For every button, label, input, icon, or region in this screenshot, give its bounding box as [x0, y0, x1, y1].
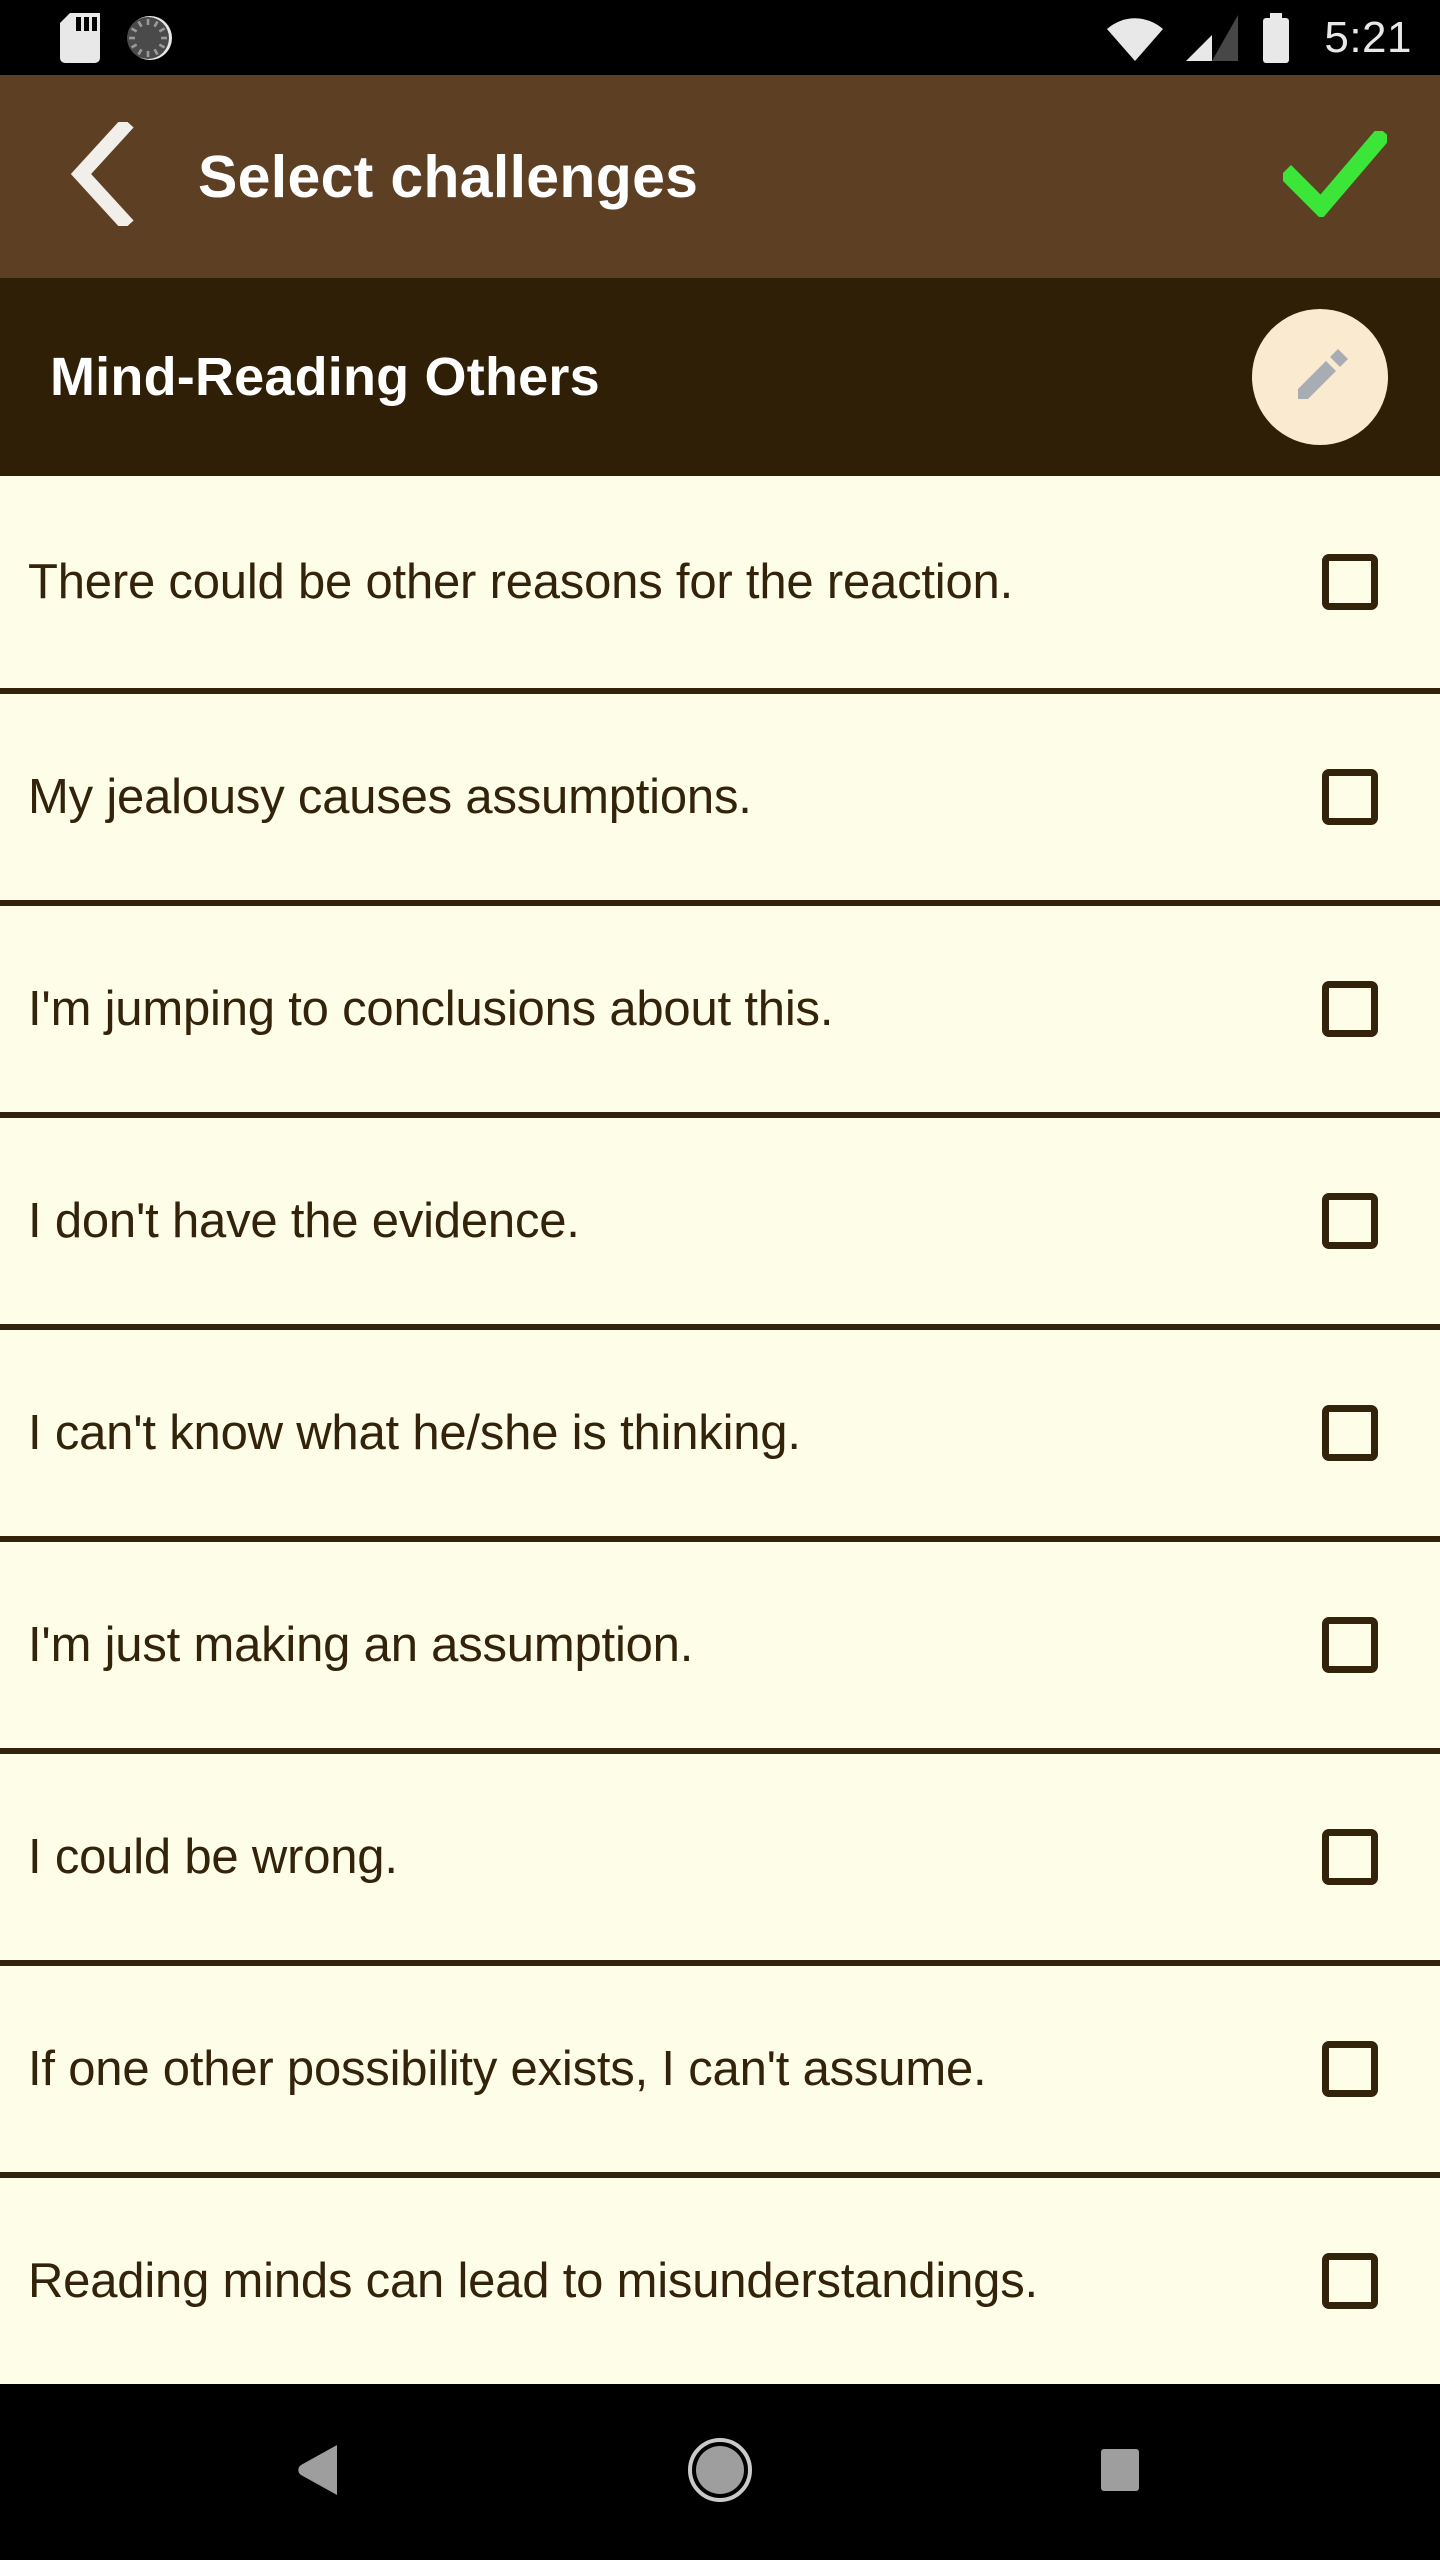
system-nav-bar [0, 2384, 1440, 2560]
challenge-checkbox[interactable] [1322, 554, 1378, 610]
status-bar-left-icons [60, 12, 174, 63]
battery-icon [1260, 12, 1292, 63]
nav-home-button[interactable] [645, 2397, 795, 2547]
challenge-checkbox[interactable] [1322, 1829, 1378, 1885]
challenge-list[interactable]: There could be other reasons for the rea… [0, 476, 1440, 2384]
challenge-label: Reading minds can lead to misunderstandi… [28, 2253, 1038, 2308]
challenge-checkbox[interactable] [1322, 1617, 1378, 1673]
check-icon [1278, 127, 1391, 222]
square-recents-icon [1097, 2447, 1143, 2498]
challenge-label: I'm just making an assumption. [28, 1617, 694, 1672]
challenge-label: My jealousy causes assumptions. [28, 769, 752, 824]
phone-screen: 5:21 Select challenges Mind-Reading Othe… [0, 0, 1440, 2560]
wifi-icon [1106, 15, 1164, 61]
challenge-row[interactable]: There could be other reasons for the rea… [0, 476, 1440, 688]
category-title: Mind-Reading Others [50, 347, 600, 407]
sd-card-icon [60, 12, 100, 63]
status-bar: 5:21 [0, 0, 1440, 75]
challenge-checkbox[interactable] [1322, 2041, 1378, 2097]
challenge-row[interactable]: I'm jumping to conclusions about this. [0, 900, 1440, 1112]
challenge-row[interactable]: I could be wrong. [0, 1748, 1440, 1960]
challenge-checkbox[interactable] [1322, 1193, 1378, 1249]
pencil-icon [1286, 341, 1354, 414]
back-button[interactable] [48, 117, 158, 232]
category-bar: Mind-Reading Others [0, 278, 1440, 476]
page-title: Select challenges [198, 143, 699, 210]
nav-recents-button[interactable] [1045, 2397, 1195, 2547]
cellular-signal-icon [1186, 14, 1239, 61]
challenge-row[interactable]: I'm just making an assumption. [0, 1536, 1440, 1748]
challenge-checkbox[interactable] [1322, 769, 1378, 825]
status-bar-right-icons: 5:21 [1106, 12, 1412, 63]
challenge-checkbox[interactable] [1322, 981, 1378, 1037]
challenge-row[interactable]: Reading minds can lead to misunderstandi… [0, 2172, 1440, 2384]
challenge-checkbox[interactable] [1322, 1405, 1378, 1461]
spinner-icon [126, 14, 174, 62]
challenge-label: I don't have the evidence. [28, 1193, 580, 1248]
nav-back-button[interactable] [245, 2397, 395, 2547]
status-bar-clock: 5:21 [1324, 12, 1412, 62]
edit-category-button[interactable] [1252, 309, 1388, 445]
challenge-checkbox[interactable] [1322, 2253, 1378, 2309]
challenge-row[interactable]: I don't have the evidence. [0, 1112, 1440, 1324]
challenge-label: I can't know what he/she is thinking. [28, 1405, 801, 1460]
confirm-button[interactable] [1270, 117, 1400, 237]
chevron-left-icon [67, 117, 139, 231]
challenge-label: If one other possibility exists, I can't… [28, 2041, 987, 2096]
triangle-back-icon [297, 2443, 343, 2502]
challenge-label: I could be wrong. [28, 1829, 398, 1884]
challenge-row[interactable]: My jealousy causes assumptions. [0, 688, 1440, 900]
challenge-label: There could be other reasons for the rea… [28, 554, 1013, 609]
challenge-row[interactable]: I can't know what he/she is thinking. [0, 1324, 1440, 1536]
challenge-row[interactable]: If one other possibility exists, I can't… [0, 1960, 1440, 2172]
circle-home-icon [687, 2437, 753, 2508]
challenge-label: I'm jumping to conclusions about this. [28, 981, 834, 1036]
app-bar: Select challenges [0, 75, 1440, 278]
